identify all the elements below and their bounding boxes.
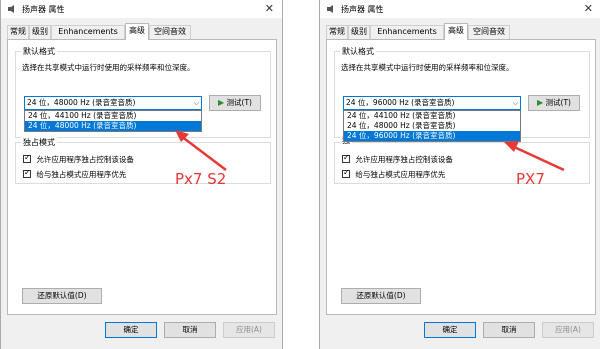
close-icon[interactable]: ✕: [584, 2, 593, 15]
play-icon: ▶: [537, 98, 544, 107]
window-title: 扬声器 属性: [341, 5, 384, 14]
annotation-arrow: [175, 130, 227, 171]
apply-button[interactable]: 应用(A): [223, 322, 275, 338]
exclusive-mode-group: 独占模式 ✓ 允许应用程序独占控制该设备 ✓ 给与独占模式应用程序优先: [15, 137, 271, 184]
tab-general[interactable]: 常规: [326, 25, 348, 39]
apply-button[interactable]: 应用(A): [542, 322, 594, 338]
restore-defaults-button[interactable]: 还原默认值(D): [341, 288, 421, 304]
check-icon: ✓: [24, 168, 31, 177]
combo-value: 24 位，48000 Hz (录音室音质): [27, 98, 136, 107]
tab-advanced[interactable]: 高级: [444, 23, 468, 40]
right-properties-window: 扬声器 属性 ✕ 常规 级别 Enhancements 高级 空间音效 默认格式…: [319, 0, 600, 349]
tab-enhancements[interactable]: Enhancements: [51, 25, 125, 39]
tab-strip: 常规 级别 Enhancements 高级 空间音效: [7, 23, 277, 40]
dropdown-option-selected[interactable]: 24 位，96000 Hz (录音室音质): [344, 131, 520, 141]
sample-rate-combo[interactable]: 24 位，48000 Hz (录音室音质) ⌵: [24, 96, 202, 110]
sample-rate-dropdown: 24 位，44100 Hz (录音室音质) 24 位，48000 Hz (录音室…: [343, 110, 521, 142]
gap-background: [283, 0, 319, 349]
exclusive-priority-row[interactable]: ✓ 给与独占模式应用程序优先: [23, 168, 127, 180]
tab-levels[interactable]: 级别: [348, 25, 370, 39]
sample-rate-combo[interactable]: 24 位，96000 Hz (录音室音质) ⌵: [343, 96, 521, 110]
left-properties-window: 扬声器 属性 ✕ 常规 级别 Enhancements 高级 空间音效 默认格式…: [0, 0, 283, 349]
exclusive-priority-checkbox[interactable]: ✓: [342, 168, 350, 178]
close-icon[interactable]: ✕: [265, 2, 274, 15]
tab-enhancements[interactable]: Enhancements: [370, 25, 444, 39]
annotation-label: PX7: [516, 170, 545, 188]
exclusive-control-row[interactable]: ✓ 允许应用程序独占控制该设备: [23, 153, 134, 165]
cancel-button[interactable]: 取消: [164, 322, 216, 338]
annotation-label: Px7 S2: [175, 170, 227, 188]
dropdown-option[interactable]: 24 位，44100 Hz (录音室音质): [344, 111, 520, 121]
window-title: 扬声器 属性: [22, 5, 65, 14]
annotation-arrow: [504, 141, 565, 172]
check-icon: ✓: [343, 168, 350, 177]
check-icon: ✓: [343, 153, 350, 162]
speaker-icon: [8, 5, 14, 13]
tab-panel: 默认格式 选择在共享模式中运行时使用的采样频率和位深度。 24 位，96000 …: [326, 39, 596, 315]
exclusive-control-row[interactable]: ✓ 允许应用程序独占控制该设备: [342, 153, 453, 165]
tab-general[interactable]: 常规: [7, 25, 29, 39]
exclusive-priority-checkbox[interactable]: ✓: [23, 168, 31, 178]
chevron-down-icon[interactable]: ⌵: [194, 97, 199, 109]
exclusive-control-label: 允许应用程序独占控制该设备: [355, 155, 453, 164]
tab-levels[interactable]: 级别: [29, 25, 51, 39]
exclusive-control-label: 允许应用程序独占控制该设备: [36, 155, 134, 164]
play-icon: ▶: [218, 98, 225, 107]
exclusive-priority-row[interactable]: ✓ 给与独占模式应用程序优先: [342, 168, 446, 180]
test-button[interactable]: ▶ 测试(T): [528, 95, 580, 111]
combo-value: 24 位，96000 Hz (录音室音质): [346, 98, 455, 107]
format-description: 选择在共享模式中运行时使用的采样频率和位深度。: [22, 63, 195, 72]
tab-strip: 常规 级别 Enhancements 高级 空间音效: [326, 23, 596, 40]
dropdown-option[interactable]: 24 位，48000 Hz (录音室音质): [344, 121, 520, 131]
exclusive-control-checkbox[interactable]: ✓: [23, 153, 31, 163]
test-button-label: 测试(T): [545, 98, 571, 107]
default-format-title: 默认格式: [340, 46, 376, 57]
exclusive-priority-label: 给与独占模式应用程序优先: [355, 170, 446, 179]
tab-spatial-sound[interactable]: 空间音效: [149, 25, 191, 39]
chevron-down-icon[interactable]: ⌵: [513, 97, 518, 109]
exclusive-mode-title: 独占模式: [21, 137, 57, 148]
cancel-button[interactable]: 取消: [483, 322, 535, 338]
dropdown-option[interactable]: 24 位，44100 Hz (录音室音质): [25, 111, 201, 121]
ok-button[interactable]: 确定: [424, 322, 476, 338]
title-bar: 扬声器 属性 ✕: [320, 0, 600, 18]
ok-button[interactable]: 确定: [105, 322, 157, 338]
format-description: 选择在共享模式中运行时使用的采样频率和位深度。: [341, 63, 514, 72]
test-button-label: 测试(T): [226, 98, 252, 107]
restore-defaults-button[interactable]: 还原默认值(D): [22, 288, 102, 304]
default-format-title: 默认格式: [21, 46, 57, 57]
check-icon: ✓: [24, 153, 31, 162]
tab-panel: 默认格式 选择在共享模式中运行时使用的采样频率和位深度。 24 位，48000 …: [7, 39, 277, 315]
title-bar: 扬声器 属性 ✕: [1, 0, 282, 18]
tab-spatial-sound[interactable]: 空间音效: [468, 25, 510, 39]
exclusive-priority-label: 给与独占模式应用程序优先: [36, 170, 127, 179]
exclusive-control-checkbox[interactable]: ✓: [342, 153, 350, 163]
speaker-icon: [327, 5, 333, 13]
test-button[interactable]: ▶ 测试(T): [209, 95, 261, 111]
tab-advanced[interactable]: 高级: [125, 23, 149, 40]
